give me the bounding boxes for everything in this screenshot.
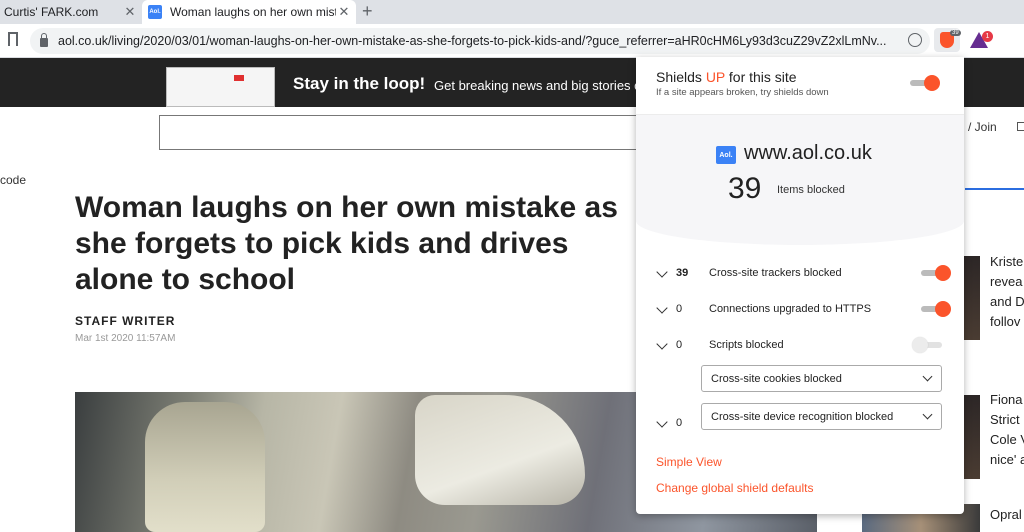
select-value: Cross-site device recognition blocked [711,411,894,423]
row-label: Cross-site trackers blocked [709,267,842,279]
tab-fark[interactable]: Curtis' FARK.com ✕ [0,0,142,24]
row-label: Scripts blocked [709,339,784,351]
select-value: Cross-site cookies blocked [711,373,842,385]
chevron-down-icon[interactable] [656,302,668,314]
shields-subtitle: If a site appears broken, try shields do… [656,87,829,98]
banner-image-accent [234,75,244,81]
url-text[interactable]: aol.co.uk/living/2020/03/01/woman-laughs… [58,34,913,48]
sidebar-line: and D [990,294,1024,309]
toggle-knob [924,75,940,91]
row-count: 39 [676,267,689,279]
scripts-row[interactable]: 0 Scripts blocked [636,333,964,363]
sidebar-line: nice' a [990,452,1024,467]
sidebar-story-text[interactable]: Opral [990,505,1022,525]
aol-favicon-icon: Aol. [148,5,162,19]
lock-icon[interactable] [40,33,48,47]
sidebar-line: Cole V [990,432,1024,447]
article-date: Mar 1st 2020 11:57AM [75,333,176,344]
https-toggle[interactable] [919,301,951,317]
permissions-icon[interactable] [908,33,922,47]
shields-title-prefix: Shields [656,69,706,85]
sidebar-story-text[interactable]: Fiona Strict Cole V nice' a [990,390,1024,470]
browser-toolbar: aol.co.uk/living/2020/03/01/woman-laughs… [0,24,1024,58]
trackers-row[interactable]: 39 Cross-site trackers blocked [636,261,964,291]
sidebar-line: Fiona [990,392,1023,407]
tab-title: Curtis' FARK.com [4,5,99,19]
tab-strip: Curtis' FARK.com ✕ Aol. Woman laughs on … [0,0,1024,24]
chevron-down-icon[interactable] [656,338,668,350]
banner-title: Stay in the loop! [293,74,426,93]
sidebar-story-text[interactable]: Kriste revea and D follov [990,252,1024,332]
sidebar-line: Strict [990,412,1020,427]
tab-title: Woman laughs on her own mistake [170,5,336,19]
tab-aol-article[interactable]: Aol. Woman laughs on her own mistake ✕ [142,0,356,24]
bookmark-icon[interactable] [8,32,18,46]
rewards-badge: 1 [982,31,993,42]
shields-title-suffix: for this site [725,69,797,85]
sidebar-line: Kriste [990,254,1024,269]
site-search-input[interactable] [159,115,637,150]
scripts-toggle[interactable] [912,337,944,353]
shields-status: UP [705,69,726,85]
sidebar-line: follov [990,314,1021,329]
blocked-count-badge: 39 [950,30,961,36]
site-summary [636,115,964,245]
simple-view-link[interactable]: Simple View [656,455,722,469]
chevron-down-icon [922,371,933,382]
toggle-knob [935,265,951,281]
trackers-toggle[interactable] [919,265,951,281]
toggle-knob [935,301,951,317]
https-row[interactable]: 0 Connections upgraded to HTTPS [636,297,964,327]
cookies-select[interactable]: Cross-site cookies blocked [701,365,942,392]
photo-detail [145,402,265,532]
chevron-down-icon[interactable] [656,266,668,278]
banner-subtitle: Get breaking news and big stories on [434,78,649,93]
chevron-down-icon [922,409,933,420]
row-label: Connections upgraded to HTTPS [709,303,872,315]
items-blocked-label: Items blocked [777,184,845,196]
new-tab-button[interactable]: + [362,1,373,22]
mail-icon[interactable] [1017,122,1024,131]
shields-panel: Shields UP for this site If a site appea… [636,57,964,514]
items-blocked-count: 39 [728,172,762,205]
row-count: 0 [676,303,683,315]
row-count: 0 [676,339,683,351]
chevron-down-icon[interactable] [656,416,668,428]
nav-underline [965,188,1024,190]
tab-close-icon[interactable]: ✕ [336,4,352,20]
shields-master-toggle[interactable] [908,75,940,91]
global-defaults-link[interactable]: Change global shield defaults [656,481,813,495]
shields-title: Shields UP for this site [656,69,797,85]
address-bar[interactable]: aol.co.uk/living/2020/03/01/woman-laughs… [30,28,930,54]
row-count: 0 [676,417,683,429]
banner-image [166,67,275,107]
sidebar-thumbnail[interactable] [962,395,980,479]
fingerprinting-select[interactable]: Cross-site device recognition blocked [701,403,942,430]
toggle-knob [912,337,928,353]
site-favicon-icon: Aol. [716,146,736,164]
code-text: code [0,173,27,187]
sidebar-line: revea [990,274,1023,289]
site-hostname: www.aol.co.uk [744,142,872,164]
tab-close-icon[interactable]: ✕ [122,4,138,20]
article-author[interactable]: STAFF WRITER [75,314,175,328]
sidebar-line: Opral [990,507,1022,522]
sidebar-thumbnail[interactable] [962,256,980,340]
brave-shields-button[interactable]: 39 [934,28,961,52]
article-headline: Woman laughs on her own mistake as she f… [75,191,618,296]
shields-header: Shields UP for this site If a site appea… [636,57,964,115]
